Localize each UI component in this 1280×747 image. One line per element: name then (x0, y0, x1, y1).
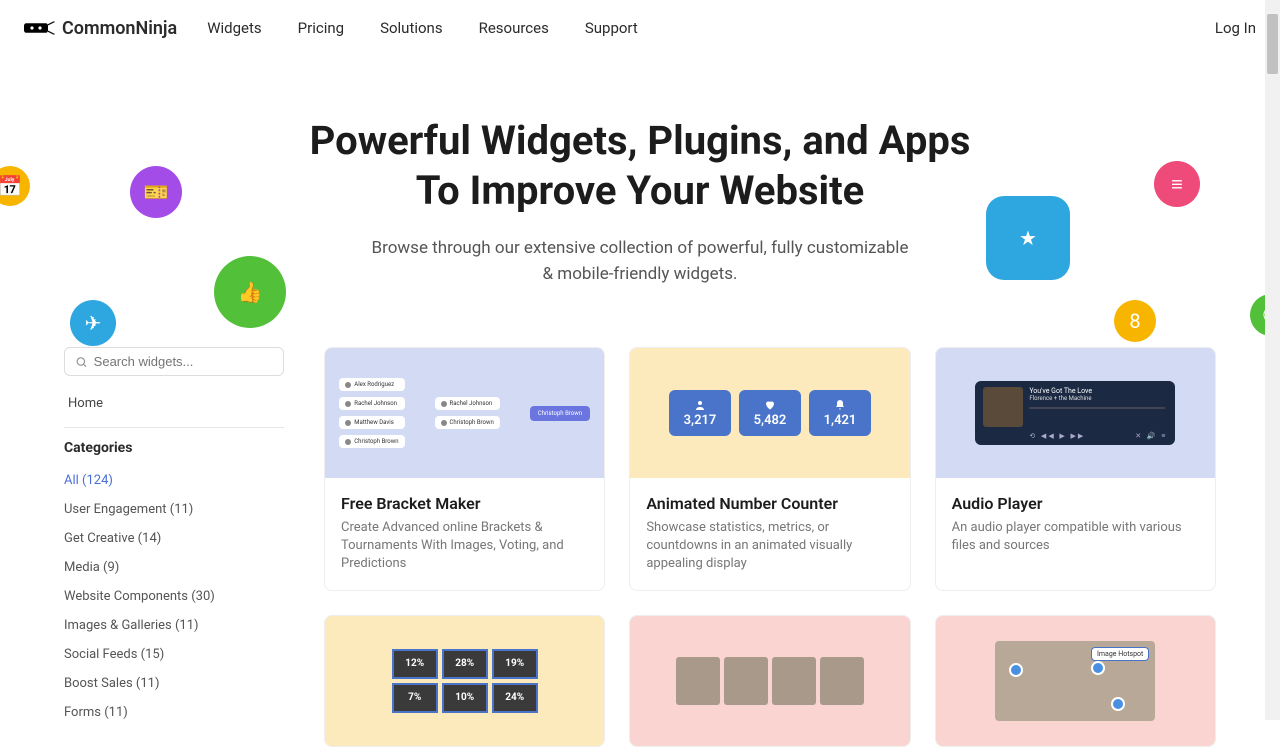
notification-icon: 8 (1114, 300, 1156, 342)
nav-solutions[interactable]: Solutions (380, 19, 443, 37)
card-desc: Create Advanced online Brackets & Tourna… (341, 519, 588, 574)
card-row2-2[interactable] (629, 615, 910, 747)
category-boost-sales[interactable]: Boost Sales (11) (64, 669, 284, 698)
heart-icon (764, 399, 776, 411)
card-preview (630, 616, 909, 746)
hero-section: Powerful Widgets, Plugins, and Apps To I… (0, 56, 1280, 347)
card-title: Audio Player (952, 494, 1199, 513)
hero-title: Powerful Widgets, Plugins, and Apps To I… (290, 116, 990, 216)
top-nav: CommonNinja Widgets Pricing Solutions Re… (0, 0, 1280, 56)
search-input[interactable] (94, 354, 273, 369)
scrollbar[interactable] (1265, 0, 1280, 720)
nav-resources[interactable]: Resources (479, 19, 549, 37)
hero-subtitle: Browse through our extensive collection … (365, 236, 915, 287)
nav-widgets[interactable]: Widgets (207, 19, 261, 37)
card-desc: Showcase statistics, metrics, or countdo… (646, 519, 893, 574)
bell-icon (834, 399, 846, 411)
card-title: Free Bracket Maker (341, 494, 588, 513)
category-get-creative[interactable]: Get Creative (14) (64, 524, 284, 553)
scrollbar-thumb[interactable] (1267, 14, 1278, 74)
card-preview: You've Got The LoveFlorence + the Machin… (936, 348, 1215, 478)
nav-pricing[interactable]: Pricing (298, 19, 344, 37)
brand-name: CommonNinja (62, 18, 177, 39)
category-list: All (124) User Engagement (11) Get Creat… (64, 466, 284, 727)
card-row2-1[interactable]: 12% 28% 19% 7% 10% 24% (324, 615, 605, 747)
home-link[interactable]: Home (64, 388, 284, 419)
card-row2-3[interactable]: Image Hotspot (935, 615, 1216, 747)
list-icon: ≡ (1154, 161, 1200, 207)
category-all[interactable]: All (124) (64, 466, 284, 495)
category-media[interactable]: Media (9) (64, 553, 284, 582)
nav-support[interactable]: Support (585, 19, 638, 37)
category-images-galleries[interactable]: Images & Galleries (11) (64, 611, 284, 640)
telegram-icon: ✈ (70, 300, 116, 346)
divider (64, 427, 284, 428)
ninja-icon (24, 20, 56, 36)
category-website-components[interactable]: Website Components (30) (64, 582, 284, 611)
user-icon (694, 399, 706, 411)
ticket-icon: 🎫 (130, 166, 182, 218)
thumbs-icon: 👍 (214, 256, 286, 328)
cards-icon: ★ (986, 196, 1070, 280)
calendar-icon: 📅 (0, 166, 30, 206)
search-icon (75, 355, 88, 369)
category-social-feeds[interactable]: Social Feeds (15) (64, 640, 284, 669)
card-preview: 12% 28% 19% 7% 10% 24% (325, 616, 604, 746)
card-preview: Image Hotspot (936, 616, 1215, 746)
category-forms[interactable]: Forms (11) (64, 698, 284, 727)
sidebar: Home Categories All (124) User Engagemen… (64, 347, 284, 747)
card-preview: 3,217 5,482 1,421 (630, 348, 909, 478)
card-title: Animated Number Counter (646, 494, 893, 513)
widget-grid: Alex Rodriguez Rachel Johnson Matthew Da… (324, 347, 1216, 747)
card-desc: An audio player compatible with various … (952, 519, 1199, 555)
card-number-counter[interactable]: 3,217 5,482 1,421 Animated Number Counte… (629, 347, 910, 591)
main-content: Home Categories All (124) User Engagemen… (0, 347, 1280, 747)
login-link[interactable]: Log In (1215, 19, 1256, 37)
card-preview: Alex Rodriguez Rachel Johnson Matthew Da… (325, 348, 604, 478)
brand-logo[interactable]: CommonNinja (24, 18, 177, 39)
card-audio-player[interactable]: You've Got The LoveFlorence + the Machin… (935, 347, 1216, 591)
search-box[interactable] (64, 347, 284, 376)
card-bracket-maker[interactable]: Alex Rodriguez Rachel Johnson Matthew Da… (324, 347, 605, 591)
categories-heading: Categories (64, 440, 284, 456)
category-user-engagement[interactable]: User Engagement (11) (64, 495, 284, 524)
